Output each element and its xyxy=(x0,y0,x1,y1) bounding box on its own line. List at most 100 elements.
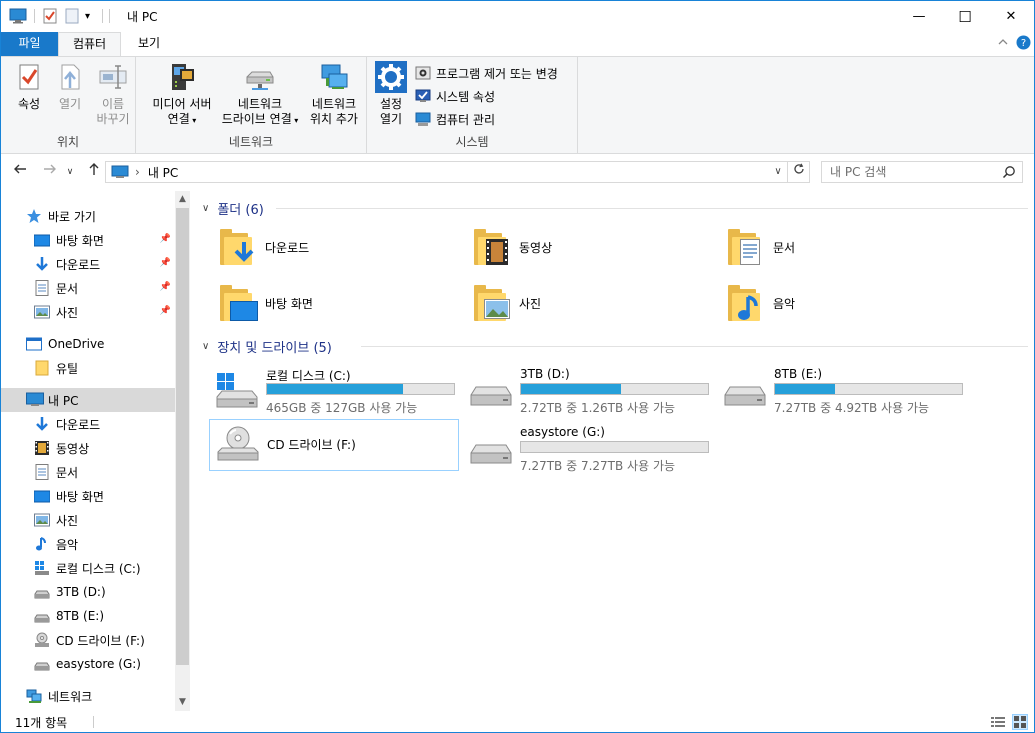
pin-icon[interactable]: 📌 xyxy=(160,306,171,316)
svg-text:?: ? xyxy=(1021,38,1026,49)
nav-pane-scrollbar[interactable]: ▲ ▼ xyxy=(175,191,190,711)
collapse-chevron-icon[interactable]: ∨ xyxy=(202,203,209,214)
onedrive-icon xyxy=(26,336,42,352)
title-separator-icon xyxy=(109,7,111,25)
drive-usage-bar xyxy=(520,383,709,395)
rename-button[interactable]: 이름 바꾸기 xyxy=(93,61,133,127)
map-network-drive-button[interactable]: 네트워크 드라이브 연결 ▾ xyxy=(216,61,304,128)
nav-qa-desktop[interactable]: 바탕 화면 📌 xyxy=(1,228,175,252)
nav-this-pc[interactable]: 내 PC xyxy=(1,388,175,412)
nav-qa-downloads[interactable]: 다운로드 📌 xyxy=(1,252,175,276)
up-arrow-icon[interactable] xyxy=(84,162,104,182)
nav-network[interactable]: 네트워크 xyxy=(1,684,175,708)
pin-icon[interactable]: 📌 xyxy=(160,234,171,244)
pin-icon[interactable]: 📌 xyxy=(160,282,171,292)
maximize-button[interactable]: ☐ xyxy=(942,1,988,32)
customize-quick-access-icon[interactable]: ▾ xyxy=(85,7,90,25)
navigation-bar: ∨ › 내 PC ∨ xyxy=(1,156,1034,188)
folder-videos[interactable]: 동영상 xyxy=(466,223,706,271)
breadcrumb-this-pc[interactable]: 내 PC xyxy=(148,164,178,181)
nav-onedrive[interactable]: OneDrive xyxy=(1,332,175,356)
properties-quick-icon[interactable] xyxy=(42,7,58,25)
drive-e[interactable]: 8TB (E:) 7.27TB 중 4.92TB 사용 가능 xyxy=(717,363,967,415)
nav-quick-access[interactable]: 바로 가기 xyxy=(1,204,175,228)
collapse-ribbon-icon[interactable] xyxy=(997,36,1009,51)
drive-d[interactable]: 3TB (D:) 2.72TB 중 1.26TB 사용 가능 xyxy=(463,363,713,415)
hard-drive-icon xyxy=(34,656,50,672)
search-box[interactable] xyxy=(821,161,1023,183)
ribbon-group-location: 속성 열기 이름 바꾸기 위치 xyxy=(1,57,136,154)
new-folder-quick-icon[interactable] xyxy=(64,7,80,25)
nav-pc-drive-f[interactable]: CD 드라이브 (F:) xyxy=(1,628,175,652)
system-properties-button[interactable]: 시스템 속성 xyxy=(415,86,495,106)
folder-music[interactable]: 음악 xyxy=(720,279,960,327)
folder-documents[interactable]: 문서 xyxy=(720,223,960,271)
folder-pictures[interactable]: 사진 xyxy=(466,279,706,327)
close-button[interactable]: ✕ xyxy=(988,1,1034,32)
address-dropdown-icon[interactable]: ∨ xyxy=(769,161,788,183)
folders-group-header[interactable]: ∨ 폴더 (6) xyxy=(202,198,264,218)
folder-downloads[interactable]: 다운로드 xyxy=(212,223,452,271)
open-settings-button[interactable]: 설정 열기 xyxy=(373,61,409,127)
search-input[interactable] xyxy=(830,165,1000,179)
drives-group-header[interactable]: ∨ 장치 및 드라이브 (5) xyxy=(202,336,332,356)
drive-usage-bar xyxy=(266,383,455,395)
star-icon xyxy=(26,208,42,224)
forward-arrow-icon[interactable] xyxy=(40,162,60,182)
download-arrow-icon xyxy=(34,256,50,272)
document-icon xyxy=(34,464,50,480)
nav-pc-music[interactable]: 음악 xyxy=(1,532,175,556)
pin-icon[interactable]: 📌 xyxy=(160,258,171,268)
document-folder-icon xyxy=(728,227,764,267)
scroll-up-icon[interactable]: ▲ xyxy=(175,191,190,208)
nav-pc-desktop[interactable]: 바탕 화면 xyxy=(1,484,175,508)
help-icon[interactable]: ? xyxy=(1016,35,1031,53)
tab-file[interactable]: 파일 xyxy=(1,32,58,56)
minimize-button[interactable]: — xyxy=(896,1,942,32)
nav-pc-drive-g[interactable]: easystore (G:) xyxy=(1,652,175,676)
add-network-location-button[interactable]: 네트워크 위치 추가 xyxy=(304,61,364,127)
nav-pc-drive-e[interactable]: 8TB (E:) xyxy=(1,604,175,628)
nav-pc-drive-d[interactable]: 3TB (D:) xyxy=(1,580,175,604)
open-button[interactable]: 열기 xyxy=(52,61,88,112)
drive-f-cd[interactable]: CD 드라이브 (F:) xyxy=(209,419,459,471)
properties-button[interactable]: 속성 xyxy=(9,61,49,112)
hard-drive-icon xyxy=(34,608,50,624)
drive-c[interactable]: 로컬 디스크 (C:) 465GB 중 127GB 사용 가능 xyxy=(209,363,459,415)
nav-onedrive-util[interactable]: 유틸 xyxy=(1,356,175,380)
nav-pc-downloads[interactable]: 다운로드 xyxy=(1,412,175,436)
group-divider xyxy=(361,346,1028,347)
scroll-down-icon[interactable]: ▼ xyxy=(175,694,190,711)
back-arrow-icon[interactable] xyxy=(10,162,30,182)
navigation-pane: 바로 가기 바탕 화면 📌 다운로드 📌 문서 📌 사진 📌 OneDrive xyxy=(1,191,191,711)
nav-qa-pictures[interactable]: 사진 📌 xyxy=(1,300,175,324)
scrollbar-thumb[interactable] xyxy=(176,208,189,665)
large-icons-view-icon[interactable] xyxy=(1012,714,1028,730)
status-bar: 11개 항목 xyxy=(1,711,1034,732)
search-icon[interactable] xyxy=(1002,165,1016,182)
computer-management-button[interactable]: 컴퓨터 관리 xyxy=(415,109,495,129)
drive-usage-bar xyxy=(520,441,709,453)
group-divider xyxy=(276,208,1028,209)
document-icon xyxy=(34,280,50,296)
uninstall-program-button[interactable]: 프로그램 제거 또는 변경 xyxy=(415,63,558,83)
address-bar[interactable]: › 내 PC xyxy=(105,161,788,183)
network-location-icon xyxy=(318,61,350,93)
collapse-chevron-icon[interactable]: ∨ xyxy=(202,341,209,352)
nav-pc-documents[interactable]: 문서 xyxy=(1,460,175,484)
details-view-icon[interactable] xyxy=(990,714,1006,730)
media-server-button[interactable]: 미디어 서버 연결 ▾ xyxy=(144,61,220,128)
recent-locations-chevron-icon[interactable]: ∨ xyxy=(60,162,80,182)
folder-desktop[interactable]: 바탕 화면 xyxy=(212,279,452,327)
settings-gear-icon xyxy=(375,61,407,93)
nav-qa-documents[interactable]: 문서 📌 xyxy=(1,276,175,300)
download-arrow-icon xyxy=(34,416,50,432)
nav-pc-videos[interactable]: 동영상 xyxy=(1,436,175,460)
nav-pc-pictures[interactable]: 사진 xyxy=(1,508,175,532)
refresh-icon[interactable] xyxy=(788,161,810,183)
drive-g[interactable]: easystore (G:) 7.27TB 중 7.27TB 사용 가능 xyxy=(463,421,713,473)
app-icon[interactable] xyxy=(9,7,27,25)
nav-pc-drive-c[interactable]: 로컬 디스크 (C:) xyxy=(1,556,175,580)
tab-view[interactable]: 보기 xyxy=(121,32,177,56)
tab-computer[interactable]: 컴퓨터 xyxy=(58,32,121,57)
